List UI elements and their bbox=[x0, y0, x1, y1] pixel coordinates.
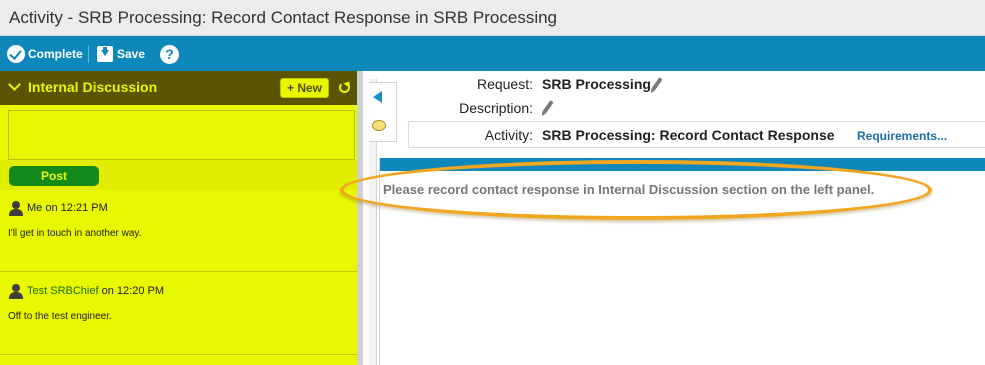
title-bar: Activity - SRB Processing: Record Contac… bbox=[0, 0, 985, 36]
message-meta: Test SRBChief on 12:20 PM bbox=[27, 285, 164, 297]
message-author: Me bbox=[27, 202, 43, 214]
discussion-compose-input[interactable] bbox=[8, 110, 355, 160]
message-time: 12:21 PM bbox=[60, 202, 108, 214]
highlight-ellipse bbox=[340, 160, 932, 220]
discussion-header: Internal Discussion + New bbox=[0, 71, 357, 105]
save-icon bbox=[97, 46, 113, 62]
description-label: Description: bbox=[459, 100, 533, 116]
toolbar: Complete Save ? bbox=[0, 36, 985, 71]
comment-bubble-icon[interactable] bbox=[372, 120, 386, 131]
help-icon: ? bbox=[160, 44, 179, 64]
request-label: Request: bbox=[476, 76, 533, 92]
activity-value: SRB Processing: Record Contact Response bbox=[542, 127, 835, 143]
message-author-link[interactable]: Test SRBChief bbox=[27, 285, 99, 297]
new-discussion-button[interactable]: + New bbox=[280, 78, 329, 98]
discussion-title: Internal Discussion bbox=[28, 79, 158, 95]
requirements-link[interactable]: Requirements... bbox=[857, 129, 947, 143]
message-text: I'll get in touch in another way. bbox=[8, 228, 142, 239]
refresh-icon[interactable] bbox=[339, 82, 350, 93]
collapse-left-icon[interactable] bbox=[373, 91, 382, 103]
window-title: Activity - SRB Processing: Record Contac… bbox=[9, 8, 558, 27]
list-item: Test SRBChief on 12:20 PM Off to the tes… bbox=[0, 273, 357, 355]
post-button[interactable]: Post bbox=[9, 166, 99, 186]
chevron-down-icon[interactable] bbox=[8, 78, 21, 91]
pencil-icon[interactable] bbox=[542, 100, 554, 114]
message-on: on bbox=[101, 285, 114, 297]
complete-label: Complete bbox=[28, 47, 83, 61]
toolbar-divider bbox=[88, 45, 89, 63]
save-label: Save bbox=[117, 47, 146, 61]
discussion-messages: Me on 12:21 PM I'll get in touch in anot… bbox=[0, 190, 357, 365]
complete-button[interactable]: Complete bbox=[7, 44, 83, 64]
activity-label: Activity: bbox=[484, 127, 533, 143]
message-time: 12:20 PM bbox=[116, 285, 164, 297]
user-icon bbox=[9, 284, 23, 299]
save-button[interactable]: Save bbox=[97, 44, 145, 64]
message-text: Off to the test engineer. bbox=[8, 311, 112, 322]
pencil-icon[interactable] bbox=[651, 77, 663, 91]
request-value: SRB Processing bbox=[542, 76, 651, 92]
user-icon bbox=[9, 201, 23, 216]
message-on: on bbox=[45, 202, 58, 214]
internal-discussion-panel: Internal Discussion + New Post Me on 12:… bbox=[0, 71, 363, 365]
complete-check-icon bbox=[7, 45, 25, 63]
list-item: Me on 12:21 PM I'll get in touch in anot… bbox=[0, 190, 357, 272]
activity-window: Activity - SRB Processing: Record Contac… bbox=[0, 0, 985, 365]
message-meta: Me on 12:21 PM bbox=[27, 202, 108, 214]
help-button[interactable]: ? bbox=[160, 44, 179, 64]
